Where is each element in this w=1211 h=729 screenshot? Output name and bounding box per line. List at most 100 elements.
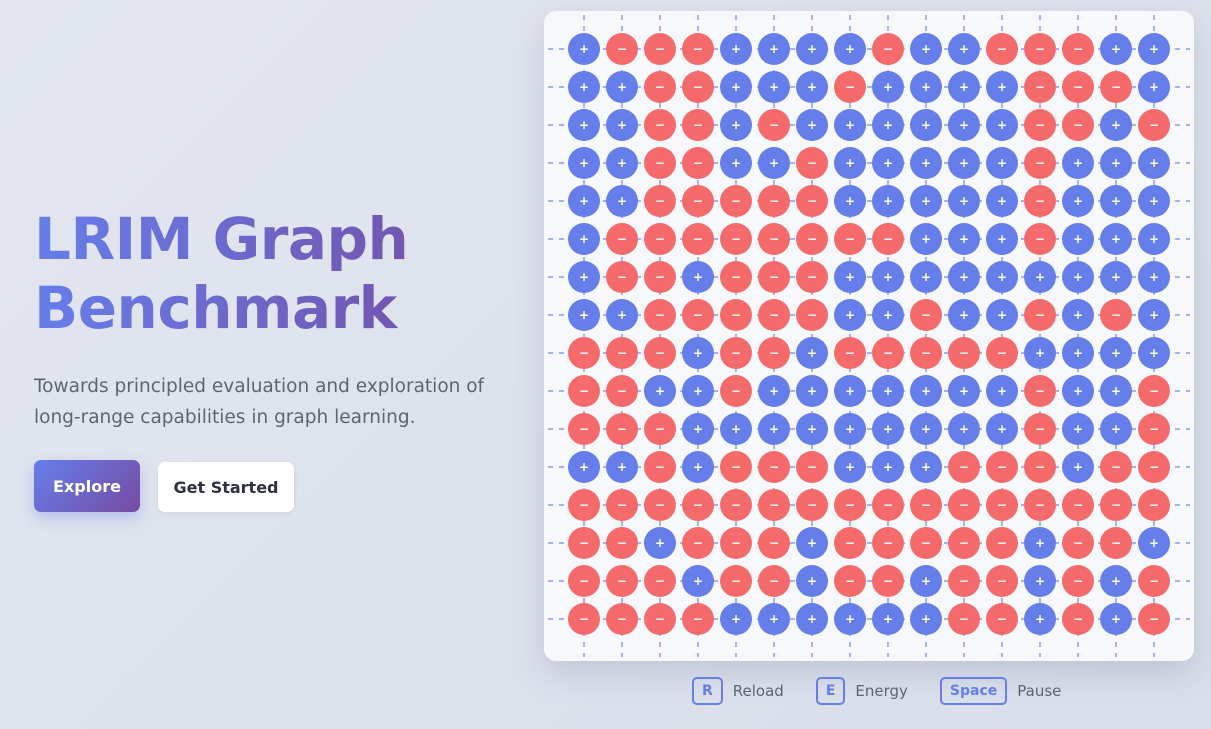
spin-up-node[interactable]: +: [606, 71, 638, 103]
spin-down-node[interactable]: −: [606, 413, 638, 445]
spin-up-node[interactable]: +: [986, 109, 1018, 141]
spin-up-node[interactable]: +: [948, 261, 980, 293]
spin-up-node[interactable]: +: [872, 299, 904, 331]
spin-up-node[interactable]: +: [796, 565, 828, 597]
spin-down-node[interactable]: −: [1062, 489, 1094, 521]
spin-up-node[interactable]: +: [758, 33, 790, 65]
spin-down-node[interactable]: −: [758, 185, 790, 217]
spin-up-node[interactable]: +: [872, 375, 904, 407]
spin-up-node[interactable]: +: [796, 33, 828, 65]
spin-down-node[interactable]: −: [644, 413, 676, 445]
spin-up-node[interactable]: +: [872, 147, 904, 179]
spin-up-node[interactable]: +: [1138, 527, 1170, 559]
spin-down-node[interactable]: −: [1024, 413, 1056, 445]
spin-up-node[interactable]: +: [796, 109, 828, 141]
spin-down-node[interactable]: −: [606, 261, 638, 293]
spin-down-node[interactable]: −: [606, 375, 638, 407]
spin-up-node[interactable]: +: [568, 299, 600, 331]
spin-down-node[interactable]: −: [910, 527, 942, 559]
spin-up-node[interactable]: +: [910, 603, 942, 635]
spin-down-node[interactable]: −: [910, 489, 942, 521]
spin-up-node[interactable]: +: [910, 413, 942, 445]
spin-up-node[interactable]: +: [910, 565, 942, 597]
spin-up-node[interactable]: +: [682, 413, 714, 445]
spin-up-node[interactable]: +: [1100, 261, 1132, 293]
spin-down-node[interactable]: −: [1024, 489, 1056, 521]
spin-up-node[interactable]: +: [606, 451, 638, 483]
spin-up-node[interactable]: +: [872, 413, 904, 445]
spin-down-node[interactable]: −: [872, 489, 904, 521]
spin-down-node[interactable]: −: [644, 451, 676, 483]
spin-up-node[interactable]: +: [1024, 527, 1056, 559]
spin-down-node[interactable]: −: [1024, 33, 1056, 65]
spin-down-node[interactable]: −: [644, 489, 676, 521]
spin-up-node[interactable]: +: [720, 413, 752, 445]
spin-down-node[interactable]: −: [720, 261, 752, 293]
spin-down-node[interactable]: −: [758, 261, 790, 293]
spin-up-node[interactable]: +: [1062, 451, 1094, 483]
spin-up-node[interactable]: +: [986, 413, 1018, 445]
lattice-panel[interactable]: + − − − + + + + − + + − − − + + + + − − + + + − + + + + − − − + + + − − + − + +…: [544, 11, 1194, 661]
spin-down-node[interactable]: −: [834, 71, 866, 103]
spin-up-node[interactable]: +: [1100, 109, 1132, 141]
spin-down-node[interactable]: −: [606, 337, 638, 369]
spin-down-node[interactable]: −: [606, 489, 638, 521]
spin-up-node[interactable]: +: [1062, 185, 1094, 217]
spin-up-node[interactable]: +: [758, 603, 790, 635]
spin-down-node[interactable]: −: [1024, 185, 1056, 217]
ising-lattice[interactable]: + − − − + + + + − + + − − − + + + + − − + + + − + + + + − − − + + + − − + − + +…: [544, 11, 1194, 661]
spin-down-node[interactable]: −: [1138, 603, 1170, 635]
spin-up-node[interactable]: +: [910, 109, 942, 141]
spin-up-node[interactable]: +: [910, 147, 942, 179]
spin-down-node[interactable]: −: [644, 71, 676, 103]
spin-up-node[interactable]: +: [720, 109, 752, 141]
spin-up-node[interactable]: +: [568, 185, 600, 217]
spin-down-node[interactable]: −: [644, 33, 676, 65]
spin-down-node[interactable]: −: [1024, 147, 1056, 179]
spin-down-node[interactable]: −: [682, 299, 714, 331]
spin-down-node[interactable]: −: [1024, 109, 1056, 141]
spin-up-node[interactable]: +: [796, 527, 828, 559]
spin-down-node[interactable]: −: [682, 71, 714, 103]
spin-down-node[interactable]: −: [682, 489, 714, 521]
spin-up-node[interactable]: +: [1062, 375, 1094, 407]
spin-up-node[interactable]: +: [872, 451, 904, 483]
spin-up-node[interactable]: +: [1138, 299, 1170, 331]
spin-up-node[interactable]: +: [1062, 337, 1094, 369]
spin-down-node[interactable]: −: [720, 185, 752, 217]
spin-down-node[interactable]: −: [1138, 375, 1170, 407]
spin-up-node[interactable]: +: [1138, 147, 1170, 179]
spin-up-node[interactable]: +: [910, 33, 942, 65]
spin-down-node[interactable]: −: [1138, 109, 1170, 141]
spin-down-node[interactable]: −: [948, 527, 980, 559]
spin-down-node[interactable]: −: [682, 223, 714, 255]
spin-up-node[interactable]: +: [1100, 565, 1132, 597]
explore-button[interactable]: Explore: [34, 460, 140, 512]
spin-down-node[interactable]: −: [682, 109, 714, 141]
spin-up-node[interactable]: +: [796, 603, 828, 635]
spin-up-node[interactable]: +: [834, 185, 866, 217]
spin-down-node[interactable]: −: [1024, 451, 1056, 483]
spin-down-node[interactable]: −: [644, 261, 676, 293]
spin-down-node[interactable]: −: [1024, 375, 1056, 407]
spin-down-node[interactable]: −: [606, 223, 638, 255]
spin-down-node[interactable]: −: [910, 299, 942, 331]
spin-up-node[interactable]: +: [910, 185, 942, 217]
spin-up-node[interactable]: +: [682, 337, 714, 369]
spin-up-node[interactable]: +: [720, 603, 752, 635]
spin-down-node[interactable]: −: [796, 147, 828, 179]
spin-down-node[interactable]: −: [1100, 451, 1132, 483]
spin-down-node[interactable]: −: [720, 223, 752, 255]
spin-up-node[interactable]: +: [948, 33, 980, 65]
spin-down-node[interactable]: −: [1062, 527, 1094, 559]
spin-up-node[interactable]: +: [1138, 33, 1170, 65]
spin-up-node[interactable]: +: [1024, 565, 1056, 597]
spin-down-node[interactable]: −: [682, 147, 714, 179]
spin-down-node[interactable]: −: [606, 603, 638, 635]
spin-down-node[interactable]: −: [872, 565, 904, 597]
spin-down-node[interactable]: −: [644, 185, 676, 217]
spin-up-node[interactable]: +: [758, 375, 790, 407]
spin-down-node[interactable]: −: [1138, 565, 1170, 597]
spin-up-node[interactable]: +: [1062, 261, 1094, 293]
spin-down-node[interactable]: −: [834, 565, 866, 597]
